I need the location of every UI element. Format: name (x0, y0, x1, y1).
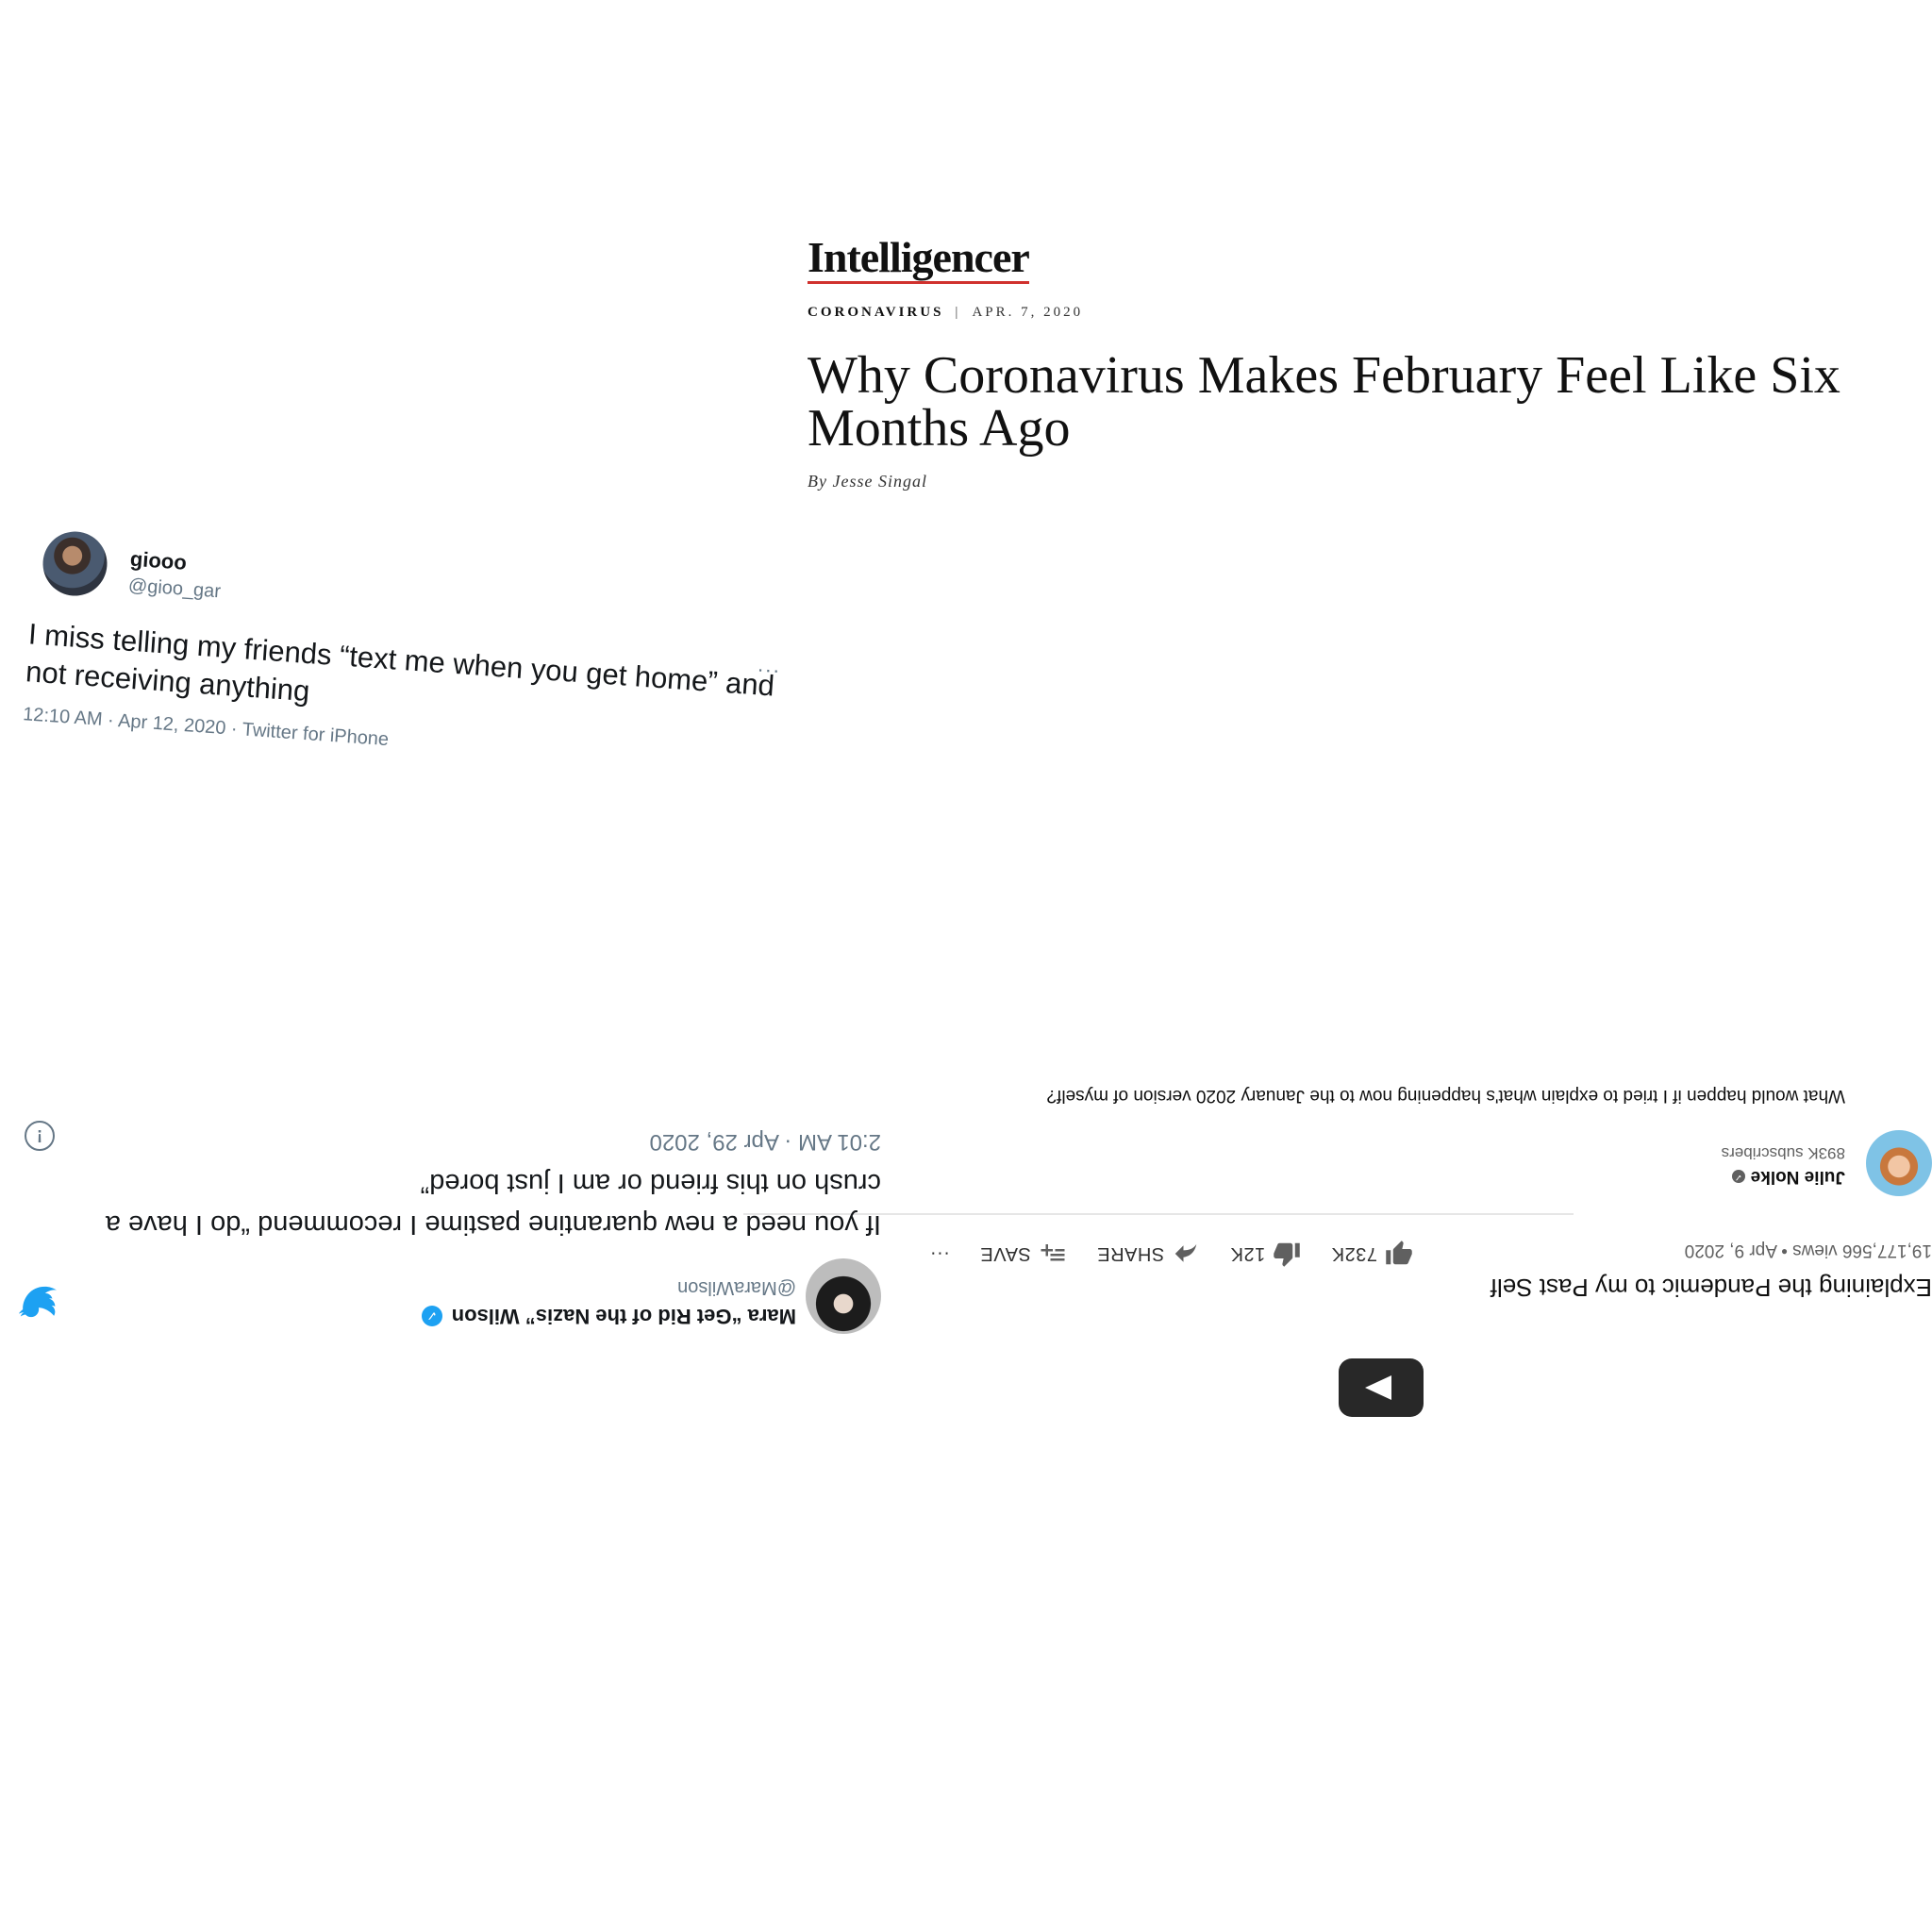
article-date: APR. 7, 2020 (972, 305, 1084, 320)
more-options-icon[interactable]: ··· (929, 1243, 949, 1265)
tweet-author-name[interactable]: giooo (129, 547, 187, 575)
tweet-timestamp[interactable]: 2:01 AM · Apr 29, 2020 (650, 1128, 882, 1155)
video-title: Explaining the Pandemic to my Past Self (1490, 1274, 1932, 1302)
tweet-author-handle[interactable]: @gioo_gar (127, 575, 221, 604)
publication-logo[interactable]: Intelligencer (808, 236, 1030, 284)
share-button[interactable]: SHARE (1097, 1240, 1200, 1268)
avatar[interactable] (41, 529, 109, 598)
channel-avatar[interactable] (1866, 1130, 1932, 1196)
like-button[interactable]: 12K (1230, 1240, 1301, 1268)
article-headline: Why Coronavirus Makes February Feel Like… (808, 346, 1840, 458)
video-action-bar: 732K 12K SHARE SAVE ··· (899, 1240, 1413, 1268)
play-button-icon[interactable] (1339, 1358, 1424, 1417)
dislike-button[interactable]: 732K (1331, 1240, 1413, 1268)
share-arrow-icon (1174, 1244, 1197, 1262)
dislike-count: 732K (1331, 1243, 1377, 1265)
add-to-playlist-icon (1041, 1244, 1065, 1261)
save-label: SAVE (979, 1243, 1031, 1265)
channel-name[interactable]: Julie Nolke (1751, 1166, 1845, 1187)
meta-separator: | (955, 305, 961, 320)
article-meta: CORONAVIRUS | APR. 7, 2020 (808, 305, 1883, 321)
avatar[interactable] (806, 1258, 881, 1334)
verified-badge-icon: ✓ (421, 1306, 442, 1326)
tweet-author-name-row[interactable]: Mara “Get Rid of the Nazis” Wilson ✓ (421, 1304, 796, 1328)
thumbs-down-icon (1386, 1241, 1412, 1265)
twitter-bird-icon[interactable] (19, 1283, 57, 1321)
article-header: Intelligencer CORONAVIRUS | APR. 7, 2020 W… (808, 236, 1883, 491)
save-button[interactable]: SAVE (980, 1240, 1067, 1268)
video-description: What would happen if I tried to explain … (1046, 1086, 1845, 1106)
info-icon[interactable]: ! (25, 1121, 55, 1151)
like-count: 12K (1230, 1243, 1266, 1265)
subscriber-count: 893K subscribers (1721, 1144, 1845, 1162)
tweet-author-name[interactable]: Mara “Get Rid of the Nazis” Wilson (452, 1304, 796, 1328)
section-label[interactable]: CORONAVIRUS (808, 305, 943, 320)
verified-check-icon: ✓ (1731, 1170, 1745, 1183)
tweet-author-handle[interactable]: @MaraWilson (677, 1276, 796, 1298)
share-label: SHARE (1096, 1243, 1165, 1265)
channel-name-row[interactable]: Julie Nolke ✓ (1731, 1166, 1845, 1187)
tweet-text: If you need a new quarantine pastime I r… (105, 1168, 881, 1240)
video-views-date: 19,177,566 views • Apr 9, 2020 (1684, 1241, 1932, 1260)
tweet-card-giooo: giooo @gioo_gar ··· I miss telling my fr… (11, 528, 800, 827)
thumbs-up-icon (1274, 1242, 1301, 1267)
article-byline: By Jesse Singal (808, 472, 927, 491)
